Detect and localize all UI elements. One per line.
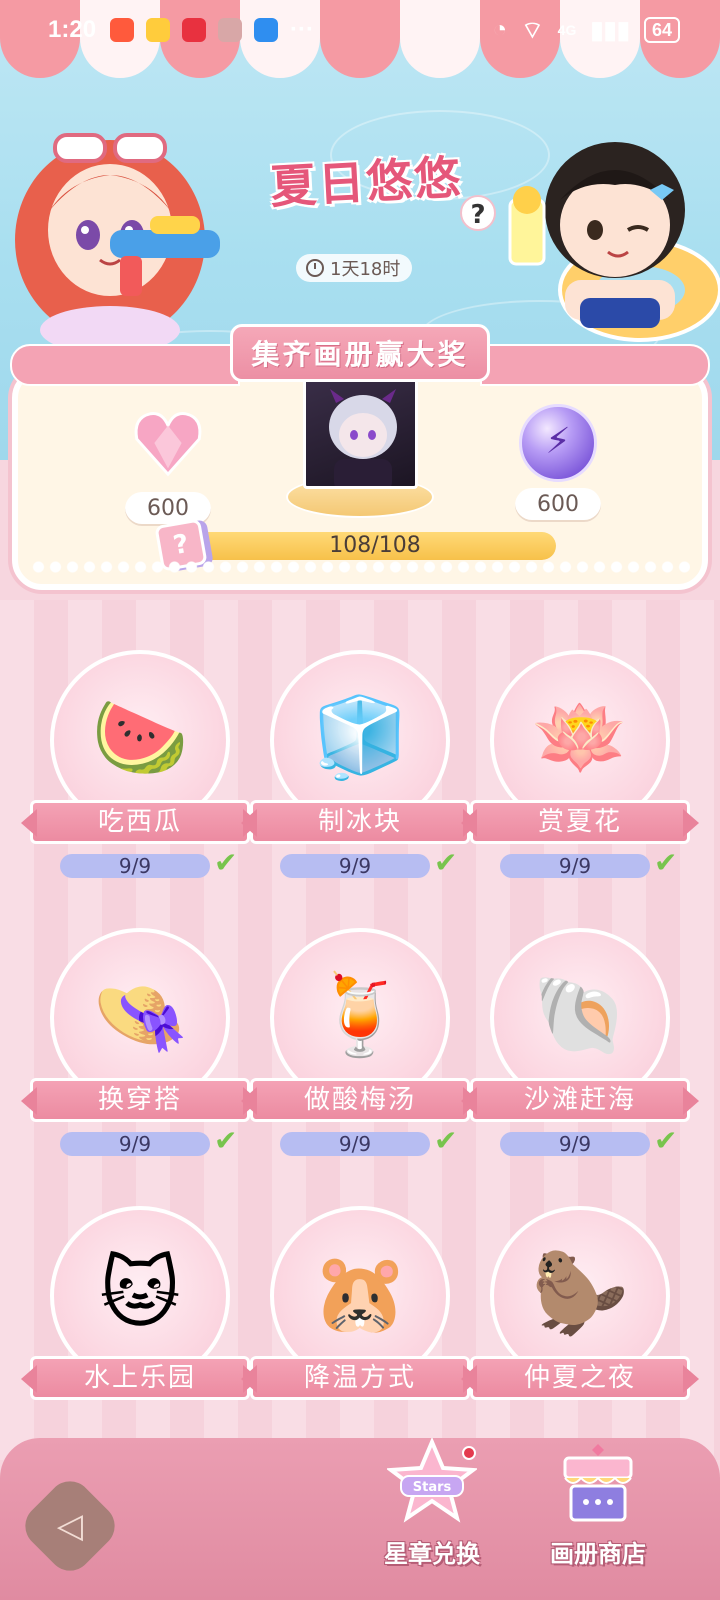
right-reward-amount: 600 [515,488,601,522]
pink-diamond-heart-icon [134,412,202,477]
pearl-border-decoration [30,560,690,574]
album-art-icon: 🧊 [311,692,409,783]
album-label: 水上乐园 [30,1356,250,1400]
shop-icon-wrap [548,1438,648,1528]
help-button[interactable]: ? [460,195,496,231]
album-art-icon: 🍹 [311,970,409,1061]
album-label: 降温方式 [250,1356,470,1400]
countdown-text: 1天18时 [330,259,401,280]
album-card[interactable]: 🧊 制冰块 9/9 ✔ [250,650,470,880]
album-card[interactable]: 🐱 水上乐园 [30,1206,250,1436]
complete-check-icon: ✔ [214,846,238,879]
album-label: 制冰块 [250,800,470,844]
album-count: 9/9 [280,1132,430,1156]
progress-label: 108/108 [329,533,421,558]
album-card[interactable]: 🪷 赏夏花 9/9 ✔ [470,650,690,880]
album-card[interactable]: 🐚 沙滩赶海 9/9 ✔ [470,928,690,1158]
album-art-icon: 🐹 [311,1248,409,1339]
album-art-icon: 🍉 [91,692,189,783]
album-label: 吃西瓜 [30,800,250,844]
stars-badge-text: Stars [413,1480,452,1495]
album-card[interactable]: 🍹 做酸梅汤 9/9 ✔ [250,928,470,1158]
shop-stall-icon [563,1444,633,1522]
complete-check-icon: ✔ [654,846,678,879]
album-art-icon: 🐚 [531,970,629,1061]
boy-with-drink-illustration [508,142,720,342]
complete-check-icon: ✔ [434,846,458,879]
album-shop-button[interactable]: 画册商店 [528,1438,668,1569]
album-shop-label: 画册商店 [550,1540,646,1568]
star-exchange-icon-wrap: Stars [382,1436,482,1528]
right-reward[interactable]: 600 [508,404,608,522]
event-countdown: 1天18时 [296,254,413,282]
battery-icon: 64 [643,17,680,43]
album-label: 仲夏之夜 [470,1356,690,1400]
album-count: 9/9 [500,854,650,878]
album-card[interactable]: 🍉 吃西瓜 9/9 ✔ [30,650,250,880]
back-arrow-icon: ◁ [56,1506,84,1546]
data-speed-icon: ◔ [492,16,508,43]
album-label: 赏夏花 [470,800,690,844]
clock-icon [306,259,324,277]
more-notifications-icon: ··· [290,16,315,43]
weather-app-icon [254,18,279,42]
album-art-icon: 🦫 [531,1248,629,1339]
album-art-icon: 👒 [91,970,189,1061]
back-button[interactable]: ◁ [16,1472,124,1580]
complete-check-icon: ✔ [654,1124,678,1157]
collection-progress: 108/108 ? [154,518,558,572]
album-count: 9/9 [500,1132,650,1156]
status-time: 1:20 [48,16,97,43]
star-exchange-button[interactable]: Stars 星章兑换 [362,1436,502,1569]
network-type: 4G [557,22,577,38]
reward-panel: 600 600 108/108 ? [12,368,708,590]
wifi-icon: ⌔ [521,17,544,44]
bottom-bar: ◁ Stars 星章兑换 画册商店 [0,1436,720,1600]
album-label: 换穿搭 [30,1078,250,1122]
complete-check-icon: ✔ [214,1124,238,1157]
album-grid: 🍉 吃西瓜 9/9 ✔ 🧊 制冰块 9/9 ✔ 🪷 赏夏花 9/9 ✔ 👒 换穿搭 9/9 ✔ 🍹 做酸梅汤 9/9… [30,650,690,1436]
battery-level: 64 [651,19,672,40]
album-card[interactable]: 🦫 仲夏之夜 [470,1206,690,1436]
left-reward[interactable]: 600 [118,404,218,526]
game-app-icon [218,18,243,42]
album-card[interactable]: 👒 换穿搭 9/9 ✔ [30,928,250,1158]
book-app-icon [182,18,207,42]
album-label: 做酸梅汤 [250,1078,470,1122]
star-exchange-label: 星章兑换 [384,1540,480,1568]
purple-lightning-orb-icon [519,404,597,482]
notification-dot [462,1446,476,1460]
ribbon-tail-left [10,344,240,386]
album-count: 9/9 [60,854,210,878]
album-count: 9/9 [60,1132,210,1156]
album-count: 9/9 [280,854,430,878]
girl-with-water-gun-illustration [15,133,220,350]
album-art-icon: 🪷 [531,692,629,783]
status-bar: 1:20 ··· ◔ ⌔ 4G ▮▮▮ 64 [0,0,720,60]
taobao-app-icon [110,18,135,42]
album-label: 沙滩赶海 [470,1078,690,1122]
album-art-icon: 🐱 [99,1249,181,1339]
weibo-app-icon [146,18,171,42]
complete-check-icon: ✔ [434,1124,458,1157]
album-card[interactable]: 🐹 降温方式 [250,1206,470,1436]
reward-ribbon: 集齐画册赢大奖 [10,318,710,398]
ribbon-tail-right [480,344,710,386]
signal-icon: ▮▮▮ [590,16,630,44]
ribbon-title: 集齐画册赢大奖 [230,324,490,382]
